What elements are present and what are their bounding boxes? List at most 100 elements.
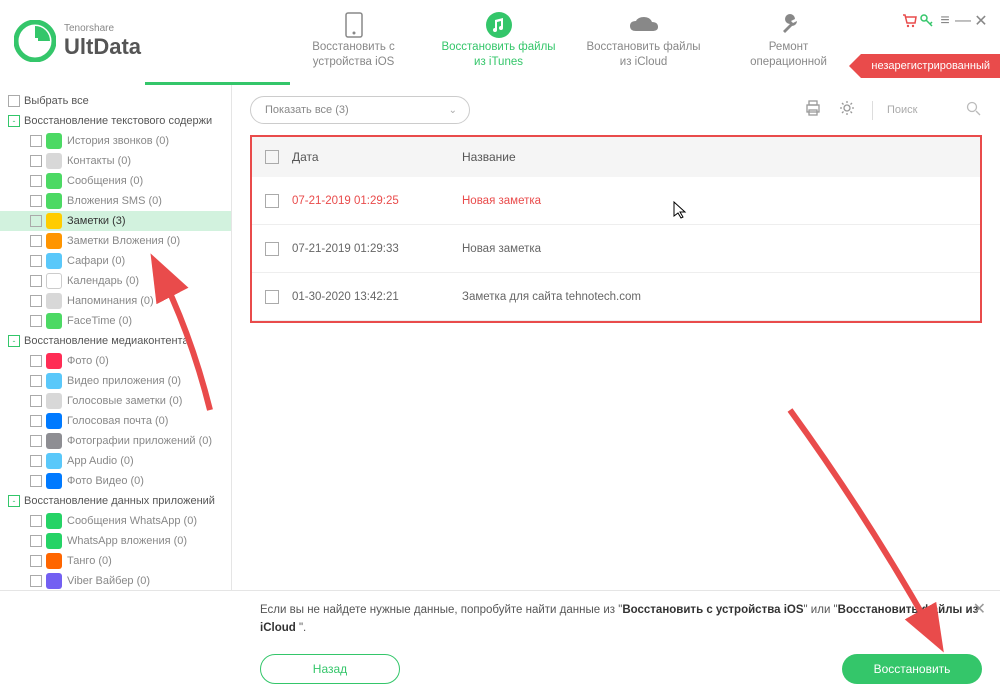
sidebar-item[interactable]: Сообщения WhatsApp (0) — [0, 511, 231, 531]
checkbox[interactable] — [30, 315, 42, 327]
table-row[interactable]: 07-21-2019 01:29:25Новая заметка — [252, 177, 980, 225]
category-icon — [46, 233, 62, 249]
sidebar-item[interactable]: Viber Вайбер (0) — [0, 571, 231, 590]
checkbox[interactable] — [30, 415, 42, 427]
sidebar-group[interactable]: -Восстановление текстового содержи — [0, 111, 231, 131]
checkbox[interactable] — [30, 515, 42, 527]
gear-icon[interactable] — [838, 99, 856, 122]
checkbox[interactable] — [30, 235, 42, 247]
sidebar-group[interactable]: -Восстановление медиаконтента — [0, 331, 231, 351]
checkbox[interactable] — [30, 355, 42, 367]
expand-icon[interactable]: - — [8, 495, 20, 507]
category-icon — [46, 273, 62, 289]
category-icon — [46, 533, 62, 549]
cart-icon[interactable] — [900, 12, 918, 30]
checkbox[interactable] — [30, 175, 42, 187]
checkbox[interactable] — [30, 215, 42, 227]
search-icon — [966, 101, 982, 120]
category-icon — [46, 453, 62, 469]
checkbox[interactable] — [30, 455, 42, 467]
category-icon — [46, 293, 62, 309]
filter-dropdown[interactable]: Показать все (3) ⌄ — [250, 96, 470, 124]
print-icon[interactable] — [804, 99, 822, 122]
column-name: Название — [462, 150, 980, 164]
category-icon — [46, 413, 62, 429]
checkbox[interactable] — [30, 475, 42, 487]
sidebar-item[interactable]: Фото (0) — [0, 351, 231, 371]
data-table: Дата Название 07-21-2019 01:29:25Новая з… — [250, 135, 982, 323]
category-icon — [46, 133, 62, 149]
sidebar-item[interactable]: Напоминания (0) — [0, 291, 231, 311]
tab-itunes[interactable]: Восстановить файлы из iTunes — [426, 0, 571, 70]
sidebar-item[interactable]: Сафари (0) — [0, 251, 231, 271]
checkbox[interactable] — [30, 555, 42, 567]
table-row[interactable]: 01-30-2020 13:42:21Заметка для сайта teh… — [252, 273, 980, 321]
sidebar-item[interactable]: Заметки (3) — [0, 211, 231, 231]
sidebar-item[interactable]: App Audio (0) — [0, 451, 231, 471]
checkbox[interactable] — [30, 435, 42, 447]
tab-repair[interactable]: Ремонт операционной — [716, 0, 861, 70]
checkbox[interactable] — [30, 255, 42, 267]
category-icon — [46, 313, 62, 329]
minimize-button[interactable]: — — [954, 12, 972, 30]
sidebar-item[interactable]: Танго (0) — [0, 551, 231, 571]
category-icon — [46, 173, 62, 189]
checkbox[interactable] — [265, 242, 279, 256]
checkbox-all[interactable] — [265, 150, 279, 164]
checkbox[interactable] — [8, 95, 20, 107]
sidebar-item[interactable]: Видео приложения (0) — [0, 371, 231, 391]
sidebar-item[interactable]: WhatsApp вложения (0) — [0, 531, 231, 551]
category-icon — [46, 253, 62, 269]
close-button[interactable]: ✕ — [972, 12, 990, 30]
sidebar-group[interactable]: -Восстановление данных приложений — [0, 491, 231, 511]
music-icon — [485, 11, 513, 39]
checkbox[interactable] — [30, 135, 42, 147]
checkbox[interactable] — [30, 535, 42, 547]
category-icon — [46, 153, 62, 169]
sidebar-item[interactable]: Заметки Вложения (0) — [0, 231, 231, 251]
phone-icon — [345, 12, 363, 38]
restore-button[interactable]: Восстановить — [842, 654, 982, 684]
sidebar-item[interactable]: История звонков (0) — [0, 131, 231, 151]
sidebar-item[interactable]: FaceTime (0) — [0, 311, 231, 331]
brand-big: UltData — [64, 34, 141, 60]
tab-device[interactable]: Восстановить с устройства iOS — [281, 0, 426, 70]
sidebar-select-all[interactable]: Выбрать все — [0, 91, 231, 111]
brand-small: Tenorshare — [64, 23, 141, 34]
checkbox[interactable] — [30, 375, 42, 387]
expand-icon[interactable]: - — [8, 335, 20, 347]
close-hint-button[interactable]: ✕ — [973, 599, 986, 619]
checkbox[interactable] — [30, 275, 42, 287]
checkbox[interactable] — [30, 295, 42, 307]
checkbox[interactable] — [30, 155, 42, 167]
checkbox[interactable] — [265, 290, 279, 304]
category-icon — [46, 393, 62, 409]
sidebar-item[interactable]: Календарь (0) — [0, 271, 231, 291]
sidebar-item[interactable]: Фотографии приложений (0) — [0, 431, 231, 451]
expand-icon[interactable]: - — [8, 115, 20, 127]
sidebar-item[interactable]: Сообщения (0) — [0, 171, 231, 191]
column-date: Дата — [292, 150, 462, 164]
chevron-down-icon: ⌄ — [449, 105, 457, 116]
category-icon — [46, 193, 62, 209]
checkbox[interactable] — [30, 575, 42, 587]
checkbox[interactable] — [30, 195, 42, 207]
sidebar-item[interactable]: Контакты (0) — [0, 151, 231, 171]
sidebar-item[interactable]: Голосовая почта (0) — [0, 411, 231, 431]
sidebar[interactable]: Выбрать все -Восстановление текстового с… — [0, 85, 232, 590]
menu-icon[interactable]: ≡ — [936, 12, 954, 30]
key-icon[interactable] — [918, 12, 936, 30]
search-input[interactable]: Поиск — [872, 101, 982, 120]
sidebar-item[interactable]: Голосовые заметки (0) — [0, 391, 231, 411]
checkbox[interactable] — [30, 395, 42, 407]
table-row[interactable]: 07-21-2019 01:29:33Новая заметка — [252, 225, 980, 273]
footer-hint: Если вы не найдете нужные данные, попроб… — [260, 601, 982, 638]
tab-icloud[interactable]: Восстановить файлы из iCloud — [571, 0, 716, 70]
wrench-icon — [777, 13, 801, 37]
checkbox[interactable] — [265, 194, 279, 208]
logo-icon — [14, 20, 56, 62]
category-icon — [46, 353, 62, 369]
sidebar-item[interactable]: Вложения SMS (0) — [0, 191, 231, 211]
sidebar-item[interactable]: Фото Видео (0) — [0, 471, 231, 491]
back-button[interactable]: Назад — [260, 654, 400, 684]
